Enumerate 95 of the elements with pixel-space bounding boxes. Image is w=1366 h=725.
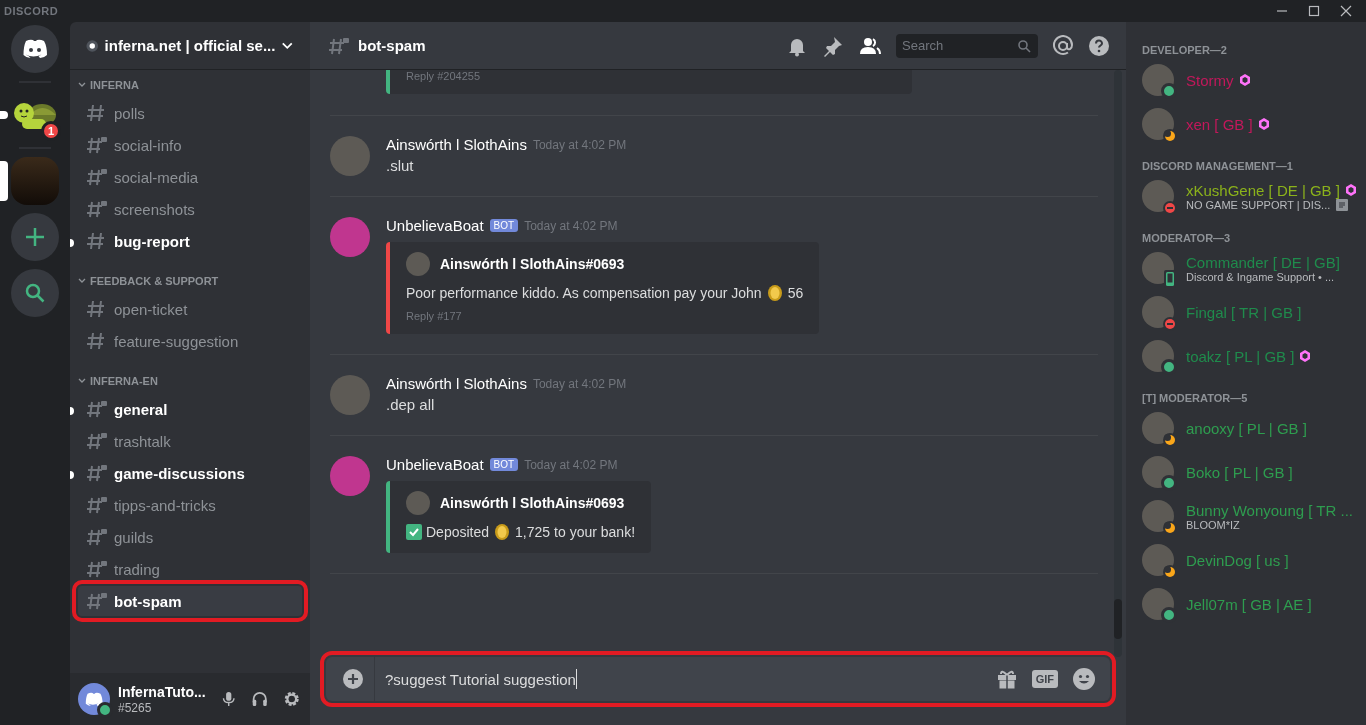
- add-server-button[interactable]: [11, 213, 59, 261]
- role-header: MODERATOR—3: [1142, 232, 1232, 244]
- coin-icon: [765, 284, 784, 302]
- message-text: .dep all: [386, 396, 436, 413]
- pin-icon[interactable]: [822, 34, 844, 57]
- member-name[interactable]: Commander [ DE | GB]: [1186, 253, 1340, 271]
- coin-amount: 56: [787, 285, 804, 301]
- channel-item[interactable]: game-discussions: [78, 458, 302, 488]
- user-avatar[interactable]: [1142, 544, 1174, 576]
- bot-tag: BOT: [489, 219, 519, 232]
- member-name[interactable]: Boko [ PL | GB ]: [1186, 463, 1293, 481]
- embed-author: Ainswórth l SlothAins#0693: [440, 495, 625, 511]
- member-activity: NO GAME SUPPORT | DIS...: [1186, 198, 1331, 211]
- category-header[interactable]: FEEDBACK & SUPPORT: [78, 270, 302, 292]
- mention-badge: 1: [41, 121, 61, 141]
- gif-button[interactable]: GIF: [1031, 670, 1058, 688]
- discord-logo-icon: [84, 691, 104, 707]
- user-avatar[interactable]: [1142, 500, 1174, 532]
- member-name[interactable]: Bunny Wonyoung [ TR ...: [1186, 501, 1354, 519]
- bot-tag: BOT: [489, 458, 519, 471]
- member-name[interactable]: Stormy: [1186, 71, 1234, 89]
- note-icon: [1336, 198, 1349, 211]
- search-icon: [1017, 38, 1031, 53]
- embed-author: Ainswórth l SlothAins#0693: [440, 256, 625, 272]
- user-avatar[interactable]: [78, 683, 110, 715]
- mention-icon[interactable]: [1052, 34, 1074, 57]
- role-header: [T] MODERATOR—5: [1142, 392, 1249, 404]
- plus-icon: [24, 226, 46, 248]
- search-field[interactable]: Search: [896, 33, 1038, 58]
- coin-icon: [493, 523, 512, 541]
- channel-item[interactable]: bug-report: [78, 226, 302, 256]
- user-avatar[interactable]: [1142, 412, 1174, 444]
- member-name[interactable]: toakz [ PL | GB ]: [1186, 347, 1295, 365]
- channel-item[interactable]: screenshots: [78, 194, 302, 224]
- channel-item[interactable]: social-info: [78, 130, 302, 160]
- channel-title: bot-spam: [358, 37, 426, 54]
- timestamp: Today at 4:02 PM: [524, 218, 618, 233]
- embed-text: to your bank!: [554, 524, 636, 540]
- member-name[interactable]: Fingal [ TR | GB ]: [1186, 303, 1302, 321]
- help-icon[interactable]: [1088, 34, 1110, 57]
- channel-item[interactable]: feature-suggestion: [78, 326, 302, 356]
- member-name[interactable]: xen [ GB ]: [1186, 115, 1253, 133]
- role-header: DISCORD MANAGEMENT—1: [1142, 160, 1294, 172]
- user-tag: #5265: [118, 701, 206, 715]
- channel-item[interactable]: social-media: [78, 162, 302, 192]
- category-header[interactable]: INFERNA: [78, 74, 302, 96]
- timestamp: Today at 4:02 PM: [532, 376, 627, 391]
- embed-text: Poor performance kiddo. As compensation pay your John: [406, 285, 762, 301]
- member-name[interactable]: DevinDog [ us ]: [1186, 551, 1289, 569]
- message-author[interactable]: UnbelievaBoat: [386, 217, 484, 234]
- timestamp: Today at 4:02 PM: [524, 457, 618, 472]
- channel-item[interactable]: guilds: [78, 522, 302, 552]
- home-button[interactable]: [11, 25, 59, 73]
- chevron-icon: [78, 377, 86, 385]
- member-activity: Discord & Ingame Support • ...: [1186, 270, 1335, 283]
- settings-icon[interactable]: [282, 689, 300, 709]
- user-avatar: [406, 491, 430, 515]
- discord-logo-icon: [21, 39, 49, 59]
- channel-item[interactable]: trading: [78, 554, 302, 584]
- chevron-icon: [78, 277, 86, 285]
- coin-amount: 1,725: [515, 524, 551, 540]
- username: InfernaTuto...: [118, 683, 206, 701]
- close-icon[interactable]: [1340, 5, 1352, 17]
- channel-item[interactable]: polls: [78, 98, 302, 128]
- channel-item[interactable]: general: [78, 394, 302, 424]
- app-logo: DISCORD: [4, 5, 59, 17]
- channel-item[interactable]: tipps-and-tricks: [78, 490, 302, 520]
- message-author[interactable]: Ainswórth l SlothAins: [386, 375, 527, 392]
- embed-footer: Reply #177: [406, 310, 804, 322]
- role-header: DEVELOPER—2: [1142, 44, 1228, 56]
- embed-footer: Reply #204255: [406, 70, 896, 82]
- emoji-icon[interactable]: [1072, 667, 1096, 691]
- member-activity: BLOOM*IZ: [1186, 518, 1240, 531]
- maximize-icon[interactable]: [1308, 5, 1320, 17]
- category-header[interactable]: INFERNA-EN: [78, 370, 302, 392]
- user-avatar[interactable]: [1142, 108, 1174, 140]
- scrollbar[interactable]: [1114, 70, 1122, 657]
- channel-item[interactable]: trashtalk: [78, 426, 302, 456]
- channel-item[interactable]: open-ticket: [78, 294, 302, 324]
- member-name[interactable]: anooxy [ PL | GB ]: [1186, 419, 1307, 437]
- chevron-icon: [78, 81, 86, 89]
- search-icon: [24, 282, 46, 304]
- partner-icon: [86, 38, 99, 53]
- embed-text: Deposited: [426, 524, 490, 540]
- member-name[interactable]: xKushGene [ DE | GB ]: [1186, 181, 1340, 199]
- member-name[interactable]: Jell07m [ GB | AE ]: [1186, 595, 1312, 613]
- message-text: .slut: [386, 157, 415, 174]
- chevron-icon: [281, 40, 294, 51]
- explore-button[interactable]: [11, 269, 59, 317]
- timestamp: Today at 4:02 PM: [532, 137, 627, 152]
- message-author[interactable]: UnbelievaBoat: [386, 456, 484, 473]
- headphones-icon[interactable]: [251, 689, 269, 709]
- message-author[interactable]: Ainswórth l SlothAins: [386, 136, 527, 153]
- gift-icon[interactable]: [995, 668, 1018, 690]
- user-avatar: [406, 252, 430, 276]
